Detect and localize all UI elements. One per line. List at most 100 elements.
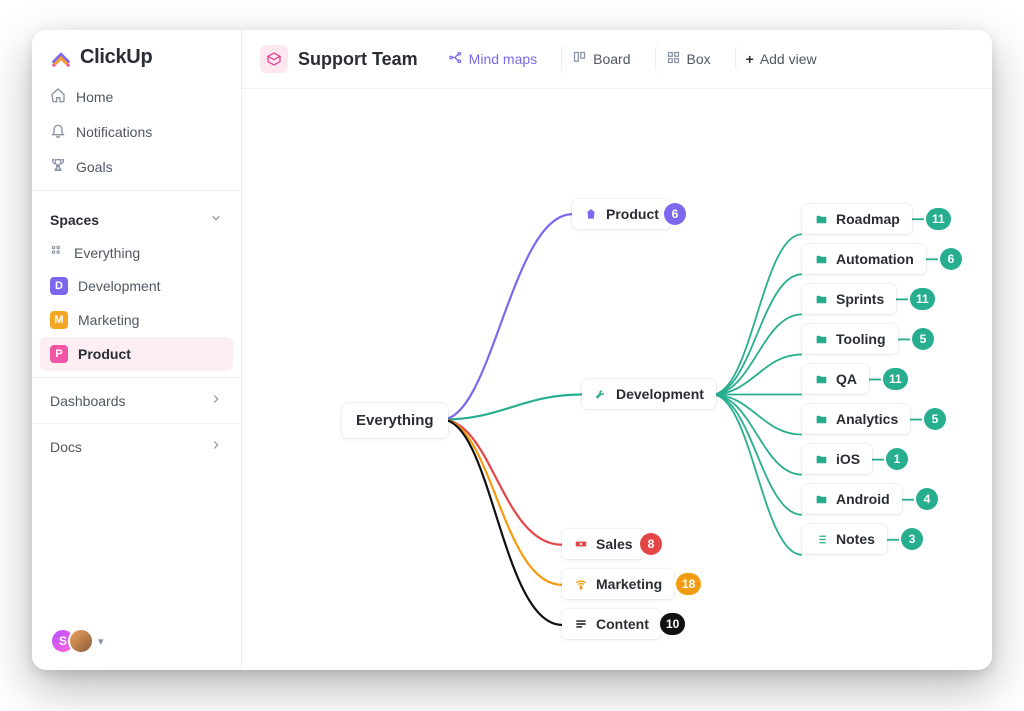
mind-map-icon [448,50,463,68]
count-badge: 11 [926,208,951,230]
chevron-down-icon [209,211,223,228]
mindmap-node-sales[interactable]: Sales [562,529,645,559]
mindmap-canvas[interactable]: Everything Product 6 Development [242,89,992,670]
avatar[interactable] [68,628,94,654]
count-badge: 5 [912,328,934,350]
chevron-down-icon[interactable]: ▾ [98,635,104,648]
tab-label: Mind maps [469,51,537,67]
mindmap-node-development[interactable]: Development [582,379,716,409]
mindmap-node-product[interactable]: Product [572,199,671,229]
node-label: Sprints [836,291,884,307]
node-label: Notes [836,531,875,547]
count-badge: 6 [940,248,962,270]
node-label: Everything [356,412,434,429]
space-label: Development [78,278,161,294]
mindmap-node-roadmap[interactable]: Roadmap [802,204,912,234]
sidebar: ClickUp Home Notifications Goals Spaces [32,30,242,670]
node-label: Marketing [596,576,662,592]
count-badge: 11 [883,368,908,390]
plus-icon: + [746,51,754,67]
trophy-icon [50,157,66,176]
mindmap-node-analytics[interactable]: Analytics [802,404,910,434]
count-badge: 8 [640,533,662,555]
lines-icon [574,617,588,631]
clickup-logo-icon [50,47,72,69]
chevron-right-icon [209,392,223,409]
sidebar-item-goals[interactable]: Goals [32,149,241,184]
node-label: Automation [836,251,914,267]
ticket-icon [574,537,588,551]
chevron-right-icon [209,438,223,455]
sidebar-item-notifications[interactable]: Notifications [32,114,241,149]
folder-icon[interactable] [260,45,288,73]
bag-icon [584,207,598,221]
add-view-button[interactable]: + Add view [735,45,827,73]
space-badge: P [50,345,68,363]
count-badge: 1 [886,448,908,470]
mindmap-node-ios[interactable]: iOS [802,444,872,474]
folder-icon [814,332,828,346]
space-marketing[interactable]: M Marketing [32,303,241,337]
mindmap-node-android[interactable]: Android [802,484,902,514]
folder-icon [814,452,828,466]
count-badge: 3 [901,528,923,550]
node-label: Development [616,386,704,402]
count-badge: 6 [664,203,686,225]
topbar: Support Team Mind maps Board Box [242,30,992,89]
tab-board[interactable]: Board [561,44,640,74]
spaces-header-label: Spaces [50,212,99,228]
sidebar-item-home[interactable]: Home [32,79,241,114]
space-everything[interactable]: Everything [32,236,241,269]
mindmap-node-qa[interactable]: QA [802,364,869,394]
node-label: Android [836,491,890,507]
spaces-header[interactable]: Spaces [32,197,241,236]
folder-icon [814,492,828,506]
space-label: Marketing [78,312,139,328]
sidebar-item-label: Notifications [76,124,152,140]
user-avatars[interactable]: S ▾ [32,612,241,670]
wrench-icon [594,387,608,401]
sidebar-item-label: Goals [76,159,113,175]
space-product[interactable]: P Product [40,337,233,371]
space-development[interactable]: D Development [32,269,241,303]
tab-box[interactable]: Box [655,44,721,74]
brand-row[interactable]: ClickUp [32,30,241,79]
section-label: Dashboards [50,393,126,409]
divider [32,377,241,378]
tab-mind-maps[interactable]: Mind maps [438,44,547,74]
count-badge: 10 [660,613,685,635]
node-label: Tooling [836,331,886,347]
main-area: Support Team Mind maps Board Box [242,30,992,670]
sidebar-item-label: Home [76,89,113,105]
folder-icon [814,212,828,226]
mindmap-node-automation[interactable]: Automation [802,244,926,274]
folder-icon [814,252,828,266]
mindmap-node-content[interactable]: Content [562,609,661,639]
page-title: Support Team [298,49,418,70]
node-label: Roadmap [836,211,900,227]
count-badge: 18 [676,573,701,595]
space-label: Everything [74,245,140,261]
section-docs[interactable]: Docs [32,430,241,463]
wifi-icon [574,577,588,591]
space-badge: D [50,277,68,295]
count-badge: 5 [924,408,946,430]
node-label: Content [596,616,649,632]
mindmap-node-marketing[interactable]: Marketing [562,569,674,599]
mindmap-node-notes[interactable]: Notes [802,524,887,554]
mindmap-node-tooling[interactable]: Tooling [802,324,898,354]
count-badge: 11 [910,288,935,310]
tab-label: Board [593,51,630,67]
space-badge: M [50,311,68,329]
node-label: Sales [596,536,633,552]
section-dashboards[interactable]: Dashboards [32,384,241,417]
grid-icon [50,244,64,261]
folder-icon [814,372,828,386]
list-icon [814,532,828,546]
mindmap-node-sprints[interactable]: Sprints [802,284,896,314]
add-view-label: Add view [760,51,817,67]
divider [32,423,241,424]
mindmap-root[interactable]: Everything [342,403,448,438]
folder-icon [814,412,828,426]
app-window: ClickUp Home Notifications Goals Spaces [32,30,992,670]
